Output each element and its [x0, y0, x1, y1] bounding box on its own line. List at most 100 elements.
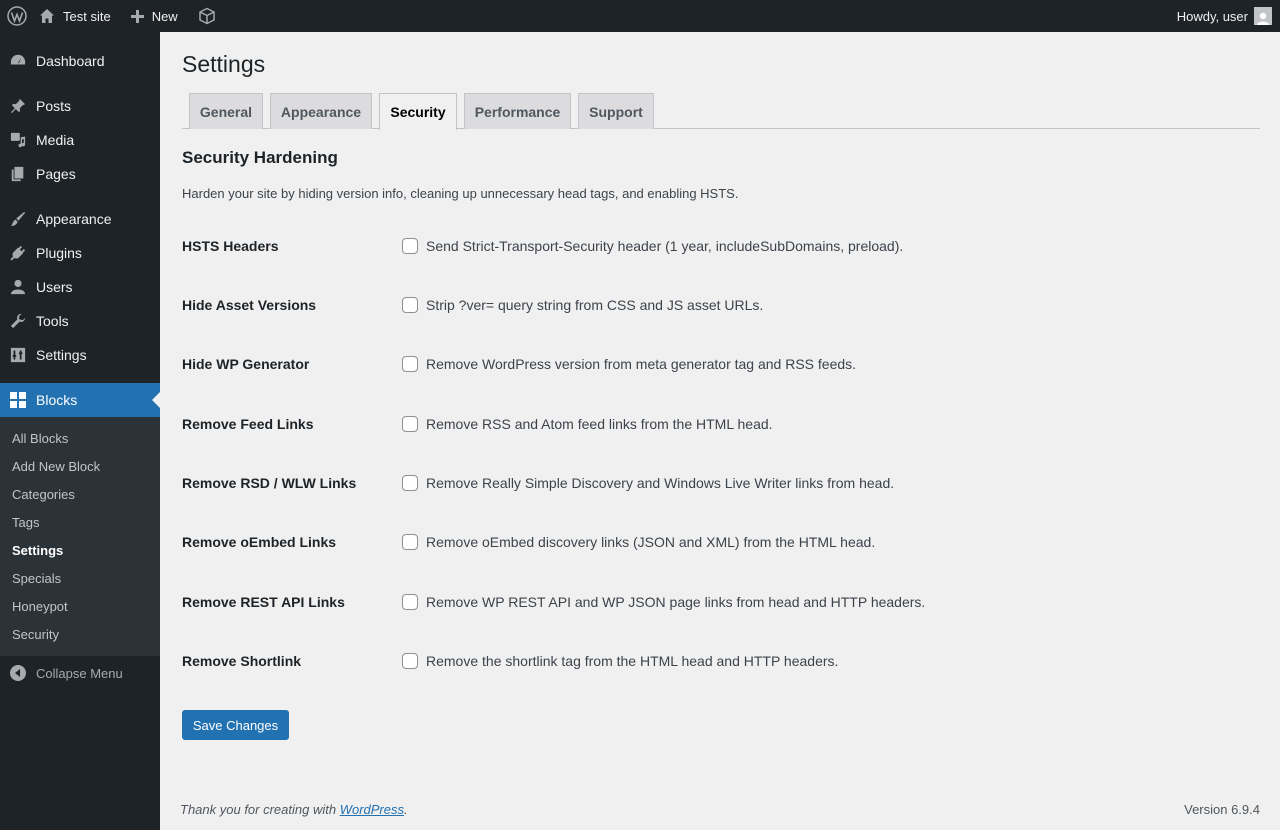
pages-icon — [11, 166, 24, 182]
section-description: Harden your site by hiding version info,… — [182, 186, 739, 201]
collapse-menu-button[interactable]: Collapse Menu — [0, 656, 160, 690]
wordpress-link[interactable]: WordPress — [340, 802, 404, 817]
submenu-item-specials[interactable]: Specials — [0, 564, 160, 592]
setting-label: HSTS Headers — [182, 238, 279, 254]
pushpin-icon — [10, 98, 26, 114]
media-icon — [10, 132, 26, 148]
user-icon — [10, 279, 26, 295]
remove-rest-api-links-checkbox[interactable] — [402, 594, 418, 610]
footer-thanks: Thank you for creating with WordPress. — [180, 802, 408, 817]
tab-security[interactable]: Security — [379, 93, 457, 130]
sidebar-item-label: Pages — [36, 166, 76, 182]
setting-description: Send Strict-Transport-Security header (1… — [426, 238, 904, 254]
sidebar-item-label: Appearance — [36, 211, 112, 227]
new-label: New — [151, 8, 178, 24]
page-title: Settings — [182, 51, 266, 77]
submenu-item-honeypot[interactable]: Honeypot — [0, 592, 160, 620]
setting-label: Remove oEmbed Links — [182, 534, 337, 550]
blocks-cube-button[interactable] — [188, 0, 226, 32]
submenu-item-security[interactable]: Security — [0, 620, 160, 648]
setting-row-remove-rsd-wlw-links: Remove RSD / WLW Links Remove Really Sim… — [182, 472, 1182, 494]
wordpress-logo-button[interactable] — [0, 0, 33, 32]
paintbrush-icon — [10, 211, 26, 227]
setting-row-hsts-headers: HSTS Headers Send Strict-Transport-Secur… — [182, 235, 1182, 257]
sidebar-item-settings[interactable]: Settings — [0, 338, 160, 372]
user-silhouette-icon — [1257, 12, 1269, 25]
setting-description: Strip ?ver= query string from CSS and JS… — [426, 297, 764, 313]
tab-support[interactable]: Support — [578, 93, 654, 129]
sidebar-item-label: Media — [36, 132, 75, 148]
footer-version: Version 6.9.4 — [1184, 802, 1260, 817]
site-name-link[interactable]: Test site — [33, 0, 121, 32]
remove-feed-links-checkbox[interactable] — [402, 416, 418, 432]
setting-label: Remove Feed Links — [182, 416, 314, 432]
home-icon — [40, 9, 54, 23]
setting-label: Hide WP Generator — [182, 356, 310, 372]
sidebar-item-label: Dashboard — [36, 53, 105, 69]
settings-tabs: General Appearance Security Performance … — [182, 93, 1260, 130]
user-greeting: Howdy, user — [1176, 8, 1248, 24]
sidebar-item-posts[interactable]: Posts — [0, 89, 160, 123]
setting-row-remove-oembed-links: Remove oEmbed Links Remove oEmbed discov… — [182, 531, 1182, 553]
avatar — [1254, 7, 1272, 25]
submenu-item-settings[interactable]: Settings — [0, 536, 160, 564]
tab-performance[interactable]: Performance — [464, 93, 571, 129]
tab-appearance[interactable]: Appearance — [270, 93, 372, 129]
user-account-menu[interactable]: Howdy, user — [1167, 0, 1280, 32]
settings-sliders-icon — [10, 347, 26, 363]
sidebar-item-label: Blocks — [36, 392, 78, 408]
setting-label: Remove REST API Links — [182, 594, 345, 610]
dashboard-gauge-icon — [10, 54, 26, 65]
sidebar-item-dashboard[interactable]: Dashboard — [0, 44, 160, 78]
collapse-menu-label: Collapse Menu — [36, 665, 123, 681]
sidebar-item-users[interactable]: Users — [0, 270, 160, 304]
new-content-button[interactable]: New — [121, 0, 188, 32]
sidebar-item-label: Plugins — [36, 245, 82, 261]
setting-description: Remove Really Simple Discovery and Windo… — [426, 475, 895, 491]
setting-description: Remove WP REST API and WP JSON page link… — [426, 594, 926, 610]
tab-general[interactable]: General — [189, 93, 263, 129]
admin-sidebar: Dashboard Posts Media Pages Appearance P… — [0, 32, 160, 830]
collapse-arrow-icon — [10, 665, 26, 681]
sidebar-item-blocks[interactable]: Blocks — [0, 383, 160, 417]
setting-row-hide-wp-generator: Hide WP Generator Remove WordPress versi… — [182, 353, 1182, 375]
hide-wp-generator-checkbox[interactable] — [402, 356, 418, 372]
blocks-grid-icon — [10, 392, 26, 408]
plug-icon — [10, 245, 26, 261]
remove-shortlink-checkbox[interactable] — [402, 653, 418, 669]
submenu-item-all-blocks[interactable]: All Blocks — [0, 424, 160, 452]
submenu-item-add-new-block[interactable]: Add New Block — [0, 452, 160, 480]
hsts-headers-checkbox[interactable] — [402, 238, 418, 254]
sidebar-item-pages[interactable]: Pages — [0, 157, 160, 191]
main-content: Settings General Appearance Security Per… — [160, 32, 1280, 830]
site-name: Test site — [63, 8, 111, 24]
remove-rsd-wlw-links-checkbox[interactable] — [402, 475, 418, 491]
wordpress-logo-icon — [7, 6, 27, 26]
admin-bar: Test site New Howdy, user — [0, 0, 1280, 32]
sidebar-item-appearance[interactable]: Appearance — [0, 202, 160, 236]
wrench-icon — [10, 313, 26, 329]
setting-label: Hide Asset Versions — [182, 297, 317, 313]
setting-description: Remove the shortlink tag from the HTML h… — [426, 653, 839, 669]
hide-asset-versions-checkbox[interactable] — [402, 297, 418, 313]
footer-thanks-suffix: . — [404, 802, 408, 817]
sidebar-item-label: Tools — [36, 313, 69, 329]
sidebar-item-label: Users — [36, 279, 73, 295]
footer-thanks-prefix: Thank you for creating with — [180, 802, 340, 817]
blocks-submenu: All Blocks Add New Block Categories Tags… — [0, 417, 160, 656]
setting-row-remove-shortlink: Remove Shortlink Remove the shortlink ta… — [182, 650, 1182, 672]
submenu-item-tags[interactable]: Tags — [0, 508, 160, 536]
remove-oembed-links-checkbox[interactable] — [402, 534, 418, 550]
setting-label: Remove Shortlink — [182, 653, 302, 669]
sidebar-item-label: Settings — [36, 347, 87, 363]
setting-description: Remove oEmbed discovery links (JSON and … — [426, 534, 876, 550]
sidebar-item-tools[interactable]: Tools — [0, 304, 160, 338]
cube-icon — [198, 7, 215, 25]
save-changes-button[interactable]: Save Changes — [182, 710, 289, 740]
sidebar-item-media[interactable]: Media — [0, 123, 160, 157]
setting-row-hide-asset-versions: Hide Asset Versions Strip ?ver= query st… — [182, 294, 1182, 316]
setting-label: Remove RSD / WLW Links — [182, 475, 357, 491]
sidebar-item-plugins[interactable]: Plugins — [0, 236, 160, 270]
submenu-item-categories[interactable]: Categories — [0, 480, 160, 508]
plus-icon — [130, 9, 144, 23]
